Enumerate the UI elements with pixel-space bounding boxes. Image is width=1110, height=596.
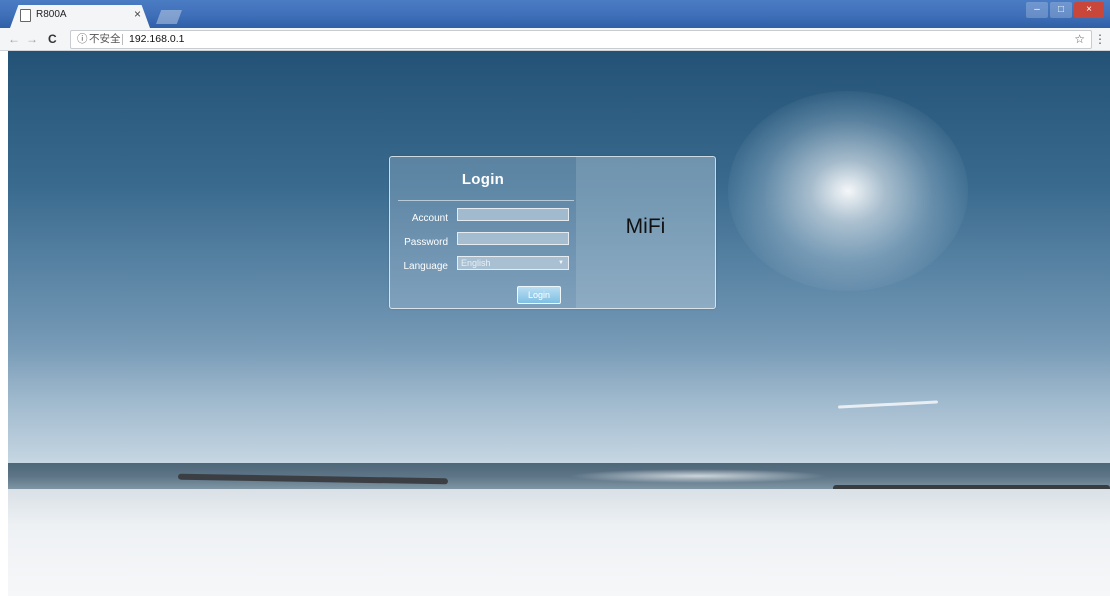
page-viewport [8, 51, 1110, 596]
password-input[interactable] [457, 232, 569, 245]
password-label: Password [404, 237, 448, 248]
language-label: Language [403, 261, 449, 272]
new-tab-button[interactable] [156, 10, 182, 24]
background-snow [8, 489, 1110, 596]
reload-icon[interactable]: C [48, 31, 57, 47]
browser-tab-strip: R800A × – □ × [0, 0, 1110, 28]
window-controls: – □ × [1026, 2, 1104, 18]
page-icon [20, 9, 31, 22]
login-title: Login [461, 171, 505, 188]
login-button[interactable]: Login [517, 286, 561, 304]
browser-tab[interactable] [10, 5, 150, 28]
minimize-button[interactable]: – [1026, 2, 1048, 18]
background-sun-glow [728, 91, 968, 291]
address-bar[interactable]: ⓘ 不安全 192.168.0.1 ☆ [70, 30, 1092, 49]
close-tab-icon[interactable]: × [134, 8, 141, 20]
screenshot-root: R800A × – □ × ← → C ⓘ 不安全 192.168.0.1 ☆ … [0, 0, 1110, 596]
address-url[interactable]: 192.168.0.1 [129, 31, 184, 48]
arrow-right-icon[interactable]: → [26, 31, 38, 47]
background-sea-glint [568, 469, 828, 483]
more-vertical-icon[interactable]: ⋮ [1094, 31, 1106, 47]
maximize-button[interactable]: □ [1050, 2, 1072, 18]
chevron-down-icon: ▼ [558, 260, 564, 266]
account-label: Account [411, 213, 448, 224]
info-icon[interactable]: ⓘ [77, 31, 88, 48]
tab-title: R800A [36, 9, 67, 20]
close-window-button[interactable]: × [1074, 2, 1104, 18]
login-form: Login Account Password Language English … [390, 157, 576, 308]
account-input[interactable] [457, 208, 569, 221]
language-select[interactable]: English ▼ [457, 256, 569, 270]
brand-area: MiFi [576, 157, 715, 308]
browser-toolbar: ← → C ⓘ 不安全 192.168.0.1 ☆ ⋮ [0, 28, 1110, 51]
brand-logo-text: MiFi [625, 215, 666, 238]
login-panel: Login Account Password Language English … [389, 156, 716, 309]
background-haze [8, 351, 1110, 471]
star-icon[interactable]: ☆ [1074, 31, 1085, 48]
address-separator [122, 34, 123, 45]
title-divider [398, 200, 574, 201]
language-selected-value: English [461, 258, 491, 268]
arrow-left-icon[interactable]: ← [8, 31, 20, 47]
security-status[interactable]: 不安全 [89, 31, 121, 48]
